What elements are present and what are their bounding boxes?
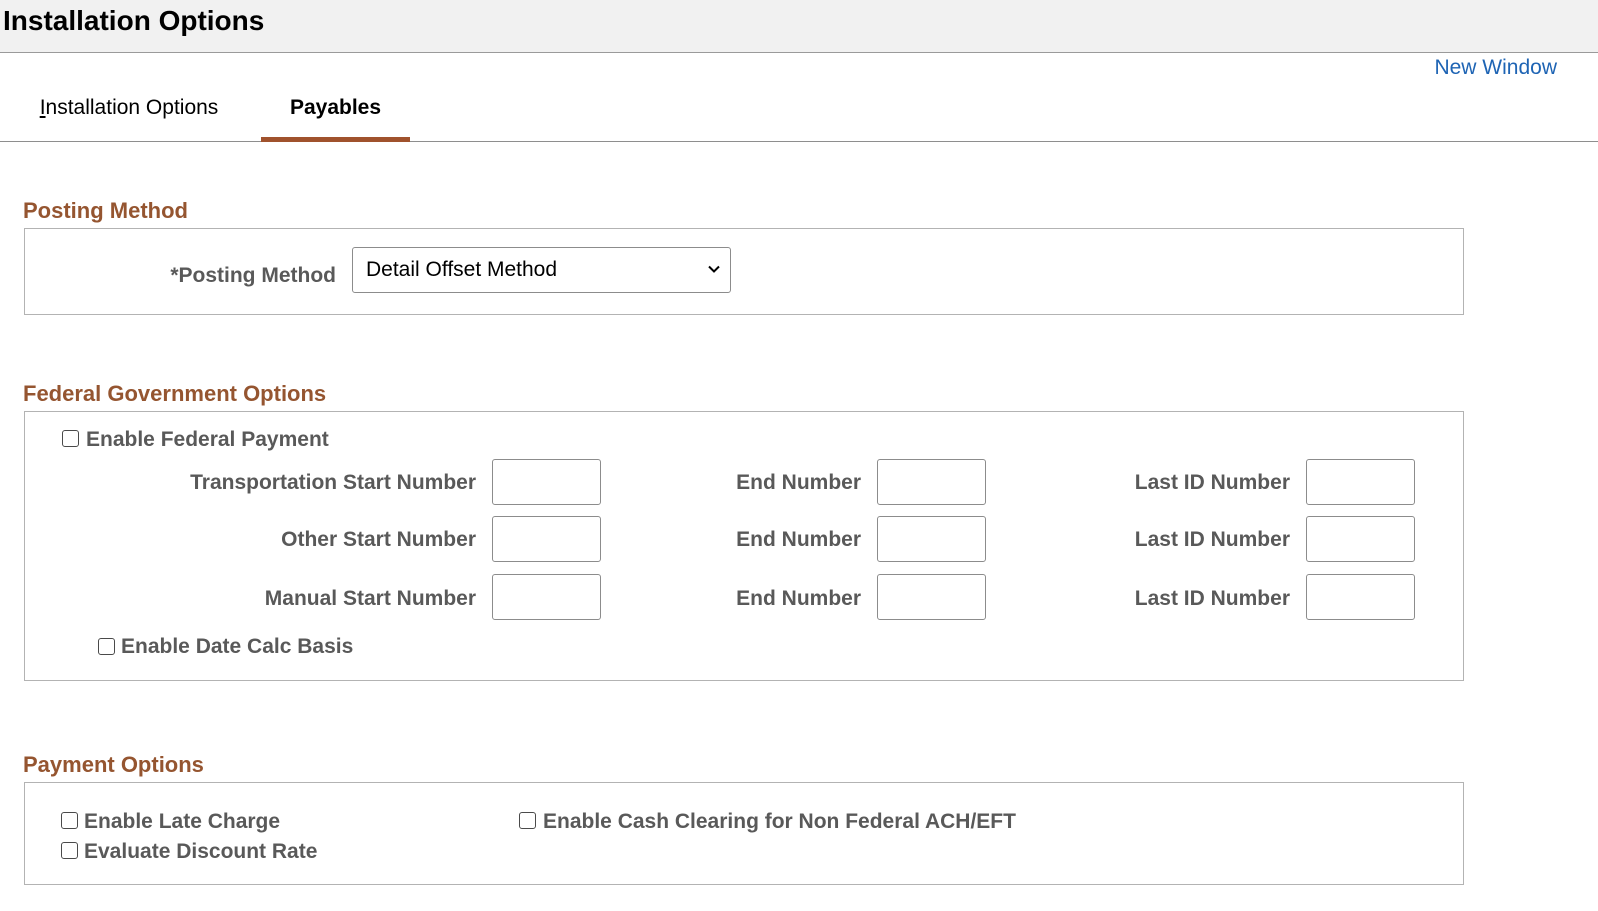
enable-federal-payment-checkbox[interactable] — [62, 430, 79, 447]
federal-options-section-title: Federal Government Options — [23, 381, 327, 406]
payment-options-section-title: Payment Options — [23, 752, 204, 777]
posting-method-section-title: Posting Method — [23, 198, 188, 223]
tab-payables[interactable]: Payables — [261, 82, 410, 142]
enable-federal-payment-label: Enable Federal Payment — [86, 428, 329, 451]
federal-options-group: Enable Federal Payment Transportation St… — [24, 411, 1464, 681]
other-last-id-number-input[interactable] — [1306, 516, 1415, 562]
transportation-last-id-number-label: Last ID Number — [1134, 471, 1290, 494]
transportation-end-number-input[interactable] — [877, 459, 986, 505]
posting-method-select[interactable]: Detail Offset Method — [352, 247, 731, 293]
transportation-last-id-number-input[interactable] — [1306, 459, 1415, 505]
payment-options-group: Enable Late Charge Evaluate Discount Rat… — [24, 782, 1464, 885]
tab-installation-options-label: nstallation Options — [45, 96, 219, 119]
tab-bar: Installation Options Payables — [0, 82, 1598, 142]
other-end-number-label: End Number — [736, 528, 861, 551]
page-header: Installation Options — [0, 0, 1598, 53]
page-title: Installation Options — [3, 5, 265, 36]
posting-method-group: *Posting Method Detail Offset Method — [24, 228, 1464, 315]
evaluate-discount-rate-checkbox[interactable] — [61, 842, 78, 859]
manual-last-id-number-label: Last ID Number — [1134, 587, 1290, 610]
posting-method-value: Detail Offset Method — [366, 258, 558, 281]
enable-cash-clearing-checkbox[interactable] — [519, 812, 536, 829]
other-start-number-input[interactable] — [492, 516, 601, 562]
enable-late-charge-checkbox[interactable] — [61, 812, 78, 829]
manual-start-number-input[interactable] — [492, 574, 601, 620]
other-start-number-label: Other Start Number — [281, 528, 476, 551]
transportation-start-number-input[interactable] — [492, 459, 601, 505]
enable-late-charge-label: Enable Late Charge — [84, 810, 281, 833]
evaluate-discount-rate-label: Evaluate Discount Rate — [84, 840, 318, 863]
enable-date-calc-basis-checkbox[interactable] — [98, 638, 115, 655]
manual-last-id-number-input[interactable] — [1306, 574, 1415, 620]
manual-end-number-label: End Number — [736, 587, 861, 610]
transportation-start-number-label: Transportation Start Number — [190, 471, 476, 494]
other-end-number-input[interactable] — [877, 516, 986, 562]
manual-start-number-label: Manual Start Number — [264, 587, 476, 610]
new-window-link[interactable]: New Window — [1434, 55, 1557, 81]
manual-end-number-input[interactable] — [877, 574, 986, 620]
enable-date-calc-basis-label: Enable Date Calc Basis — [121, 635, 354, 658]
transportation-end-number-label: End Number — [736, 471, 861, 494]
tab-installation-options[interactable]: Installation Options — [20, 82, 238, 141]
other-last-id-number-label: Last ID Number — [1134, 528, 1290, 551]
enable-cash-clearing-label: Enable Cash Clearing for Non Federal ACH… — [543, 810, 1016, 833]
chevron-down-icon — [708, 265, 720, 273]
posting-method-label: *Posting Method — [170, 264, 336, 287]
